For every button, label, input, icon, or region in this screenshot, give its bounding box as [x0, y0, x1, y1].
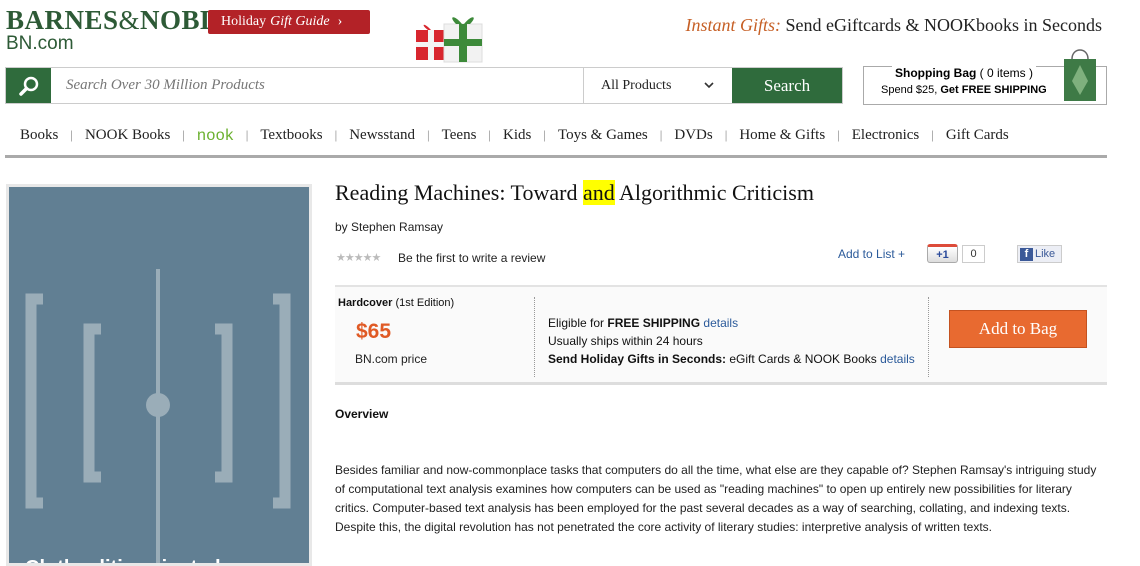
search-input[interactable]: [51, 68, 584, 103]
nav-teens[interactable]: Teens: [442, 124, 477, 144]
facebook-like-button[interactable]: f Like: [1017, 245, 1062, 263]
nav-gift-cards[interactable]: Gift Cards: [946, 124, 1009, 144]
logo-subtitle: BN.com: [6, 33, 74, 54]
nav-separator: |: [182, 127, 185, 142]
bag-title: Shopping Bag ( 0 items ): [892, 66, 1037, 80]
nav-nook-logo[interactable]: nook: [197, 124, 234, 145]
instant-gifts-promo[interactable]: Instant Gifts: Send eGiftcards & NOOKboo…: [686, 15, 1102, 36]
chevron-right-icon: ›: [337, 14, 343, 29]
search-button[interactable]: Search: [732, 68, 842, 103]
facebook-icon: f: [1020, 247, 1033, 261]
nav-separator: |: [245, 127, 249, 142]
nav-separator: |: [427, 127, 430, 142]
format-label: Hardcover (1st Edition): [338, 297, 455, 309]
nav-separator: |: [488, 127, 492, 142]
divider: [928, 297, 929, 377]
add-to-list-link[interactable]: Add to List +: [838, 247, 905, 261]
bag-promo: Spend $25, Get FREE SHIPPING: [881, 84, 1047, 96]
category-nav: Books | NOOK Books | nook | Textbooks | …: [5, 124, 1107, 158]
cover-subtitle: Ch the ditie ... ianted: [25, 557, 221, 563]
product-title: Reading Machines: Toward and Algorithmic…: [335, 180, 814, 205]
add-to-bag-button[interactable]: Add to Bag: [949, 310, 1087, 348]
purchase-box: Hardcover (1st Edition) $65 BN.com price…: [335, 285, 1107, 385]
search-bar: All Products Search: [5, 67, 843, 104]
nav-toys-games[interactable]: Toys & Games: [558, 124, 648, 144]
nav-separator: |: [659, 127, 663, 142]
book-cover-image[interactable]: Ch the ditie ... ianted: [6, 184, 312, 566]
nav-electronics[interactable]: Electronics: [852, 124, 919, 144]
shipping-info: Eligible for FREE SHIPPING details Usual…: [548, 316, 915, 366]
google-plus-button[interactable]: +1: [927, 244, 958, 263]
shopping-bag-icon: [1064, 49, 1096, 101]
divider: [534, 297, 535, 377]
nav-separator: |: [931, 127, 934, 142]
nav-dvds[interactable]: DVDs: [674, 124, 712, 144]
cover-bracket-art: [25, 269, 291, 563]
holiday-gift-guide-button[interactable]: Holiday Gift Guide ›: [208, 10, 370, 34]
google-plus-count: 0: [962, 244, 985, 263]
holiday-details-link[interactable]: details: [880, 352, 915, 366]
search-icon[interactable]: [6, 68, 51, 103]
nav-separator: |: [334, 127, 338, 142]
rating-stars-icon: ★★★★★: [336, 252, 381, 264]
chevron-down-icon: [704, 82, 714, 89]
nav-newsstand[interactable]: Newsstand: [349, 124, 415, 144]
overview-heading: Overview: [335, 407, 389, 421]
bn-logo[interactable]: BARNES&NOBLE BN.com: [6, 6, 237, 54]
nav-books[interactable]: Books: [5, 124, 58, 144]
nav-nook-books[interactable]: NOOK Books: [85, 124, 170, 144]
nav-separator: |: [70, 127, 73, 142]
write-review-link[interactable]: Be the first to write a review: [398, 251, 545, 265]
logo-wordmark: BARNES&NOBLE: [6, 5, 238, 35]
nav-separator: |: [543, 127, 546, 142]
gift-boxes-icon: [416, 17, 483, 63]
nav-textbooks[interactable]: Textbooks: [260, 124, 322, 144]
price: $65: [356, 320, 392, 343]
highlighted-word: and: [582, 180, 615, 205]
price-label: BN.com price: [355, 352, 428, 366]
nav-separator: |: [837, 127, 840, 142]
nav-separator: |: [724, 127, 728, 142]
search-category-select[interactable]: All Products: [584, 68, 732, 103]
google-plus-one: +1 0: [927, 244, 985, 263]
nav-kids[interactable]: Kids: [503, 124, 531, 144]
author-line[interactable]: by Stephen Ramsay: [335, 220, 443, 234]
shopping-bag[interactable]: Shopping Bag ( 0 items ) Spend $25, Get …: [863, 49, 1107, 105]
shipping-details-link[interactable]: details: [703, 316, 738, 330]
nav-home-gifts[interactable]: Home & Gifts: [739, 124, 825, 144]
overview-text: Besides familiar and now-commonplace tas…: [335, 463, 1097, 534]
